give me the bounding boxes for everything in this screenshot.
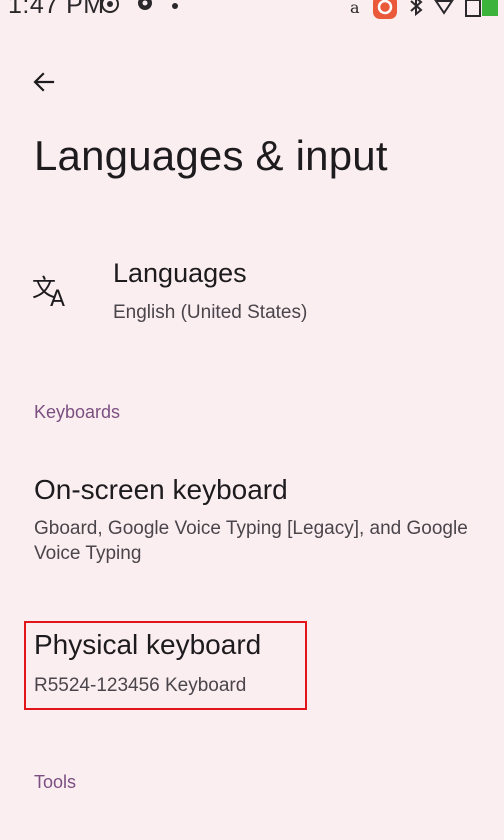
a-icon: a [348, 0, 362, 22]
physical-keyboard-item[interactable]: Physical keyboard R5524-123456 Keyboard [0, 625, 504, 710]
svg-text:A: A [50, 287, 65, 310]
battery-icon [464, 0, 500, 22]
back-button[interactable] [24, 64, 64, 104]
onscreen-keyboard-item[interactable]: On-screen keyboard Gboard, Google Voice … [0, 470, 504, 580]
record-icon [100, 0, 120, 22]
section-header-tools: Tools [34, 772, 77, 792]
physical-keyboard-summary: R5524-123456 Keyboard [34, 675, 247, 696]
physical-keyboard-title: Physical keyboard [34, 629, 262, 660]
languages-title: Languages [113, 258, 247, 288]
status-right-icons: a [348, 0, 500, 22]
onscreen-keyboard-title: On-screen keyboard [34, 474, 288, 505]
section-header-keyboards: Keyboards [34, 402, 121, 422]
signal-icon [434, 0, 454, 22]
arrow-back-icon [33, 71, 55, 98]
status-left-icons [100, 0, 180, 22]
languages-summary: English (United States) [113, 302, 308, 323]
languages-item[interactable]: 文 A Languages English (United States) [0, 250, 504, 350]
page-title: Languages & input [34, 132, 388, 179]
svg-text:a: a [350, 0, 360, 17]
bluetooth-icon [408, 0, 424, 22]
status-time: 1:47 PM [8, 0, 105, 19]
dot-icon [170, 0, 180, 22]
onscreen-keyboard-summary: Gboard, Google Voice Typing [Legacy], an… [34, 518, 468, 564]
translate-icon: 文 A [32, 270, 74, 315]
status-bar: 1:47 PM a [0, 0, 504, 22]
gear-icon [134, 0, 156, 22]
notification-app-icon [372, 0, 398, 22]
